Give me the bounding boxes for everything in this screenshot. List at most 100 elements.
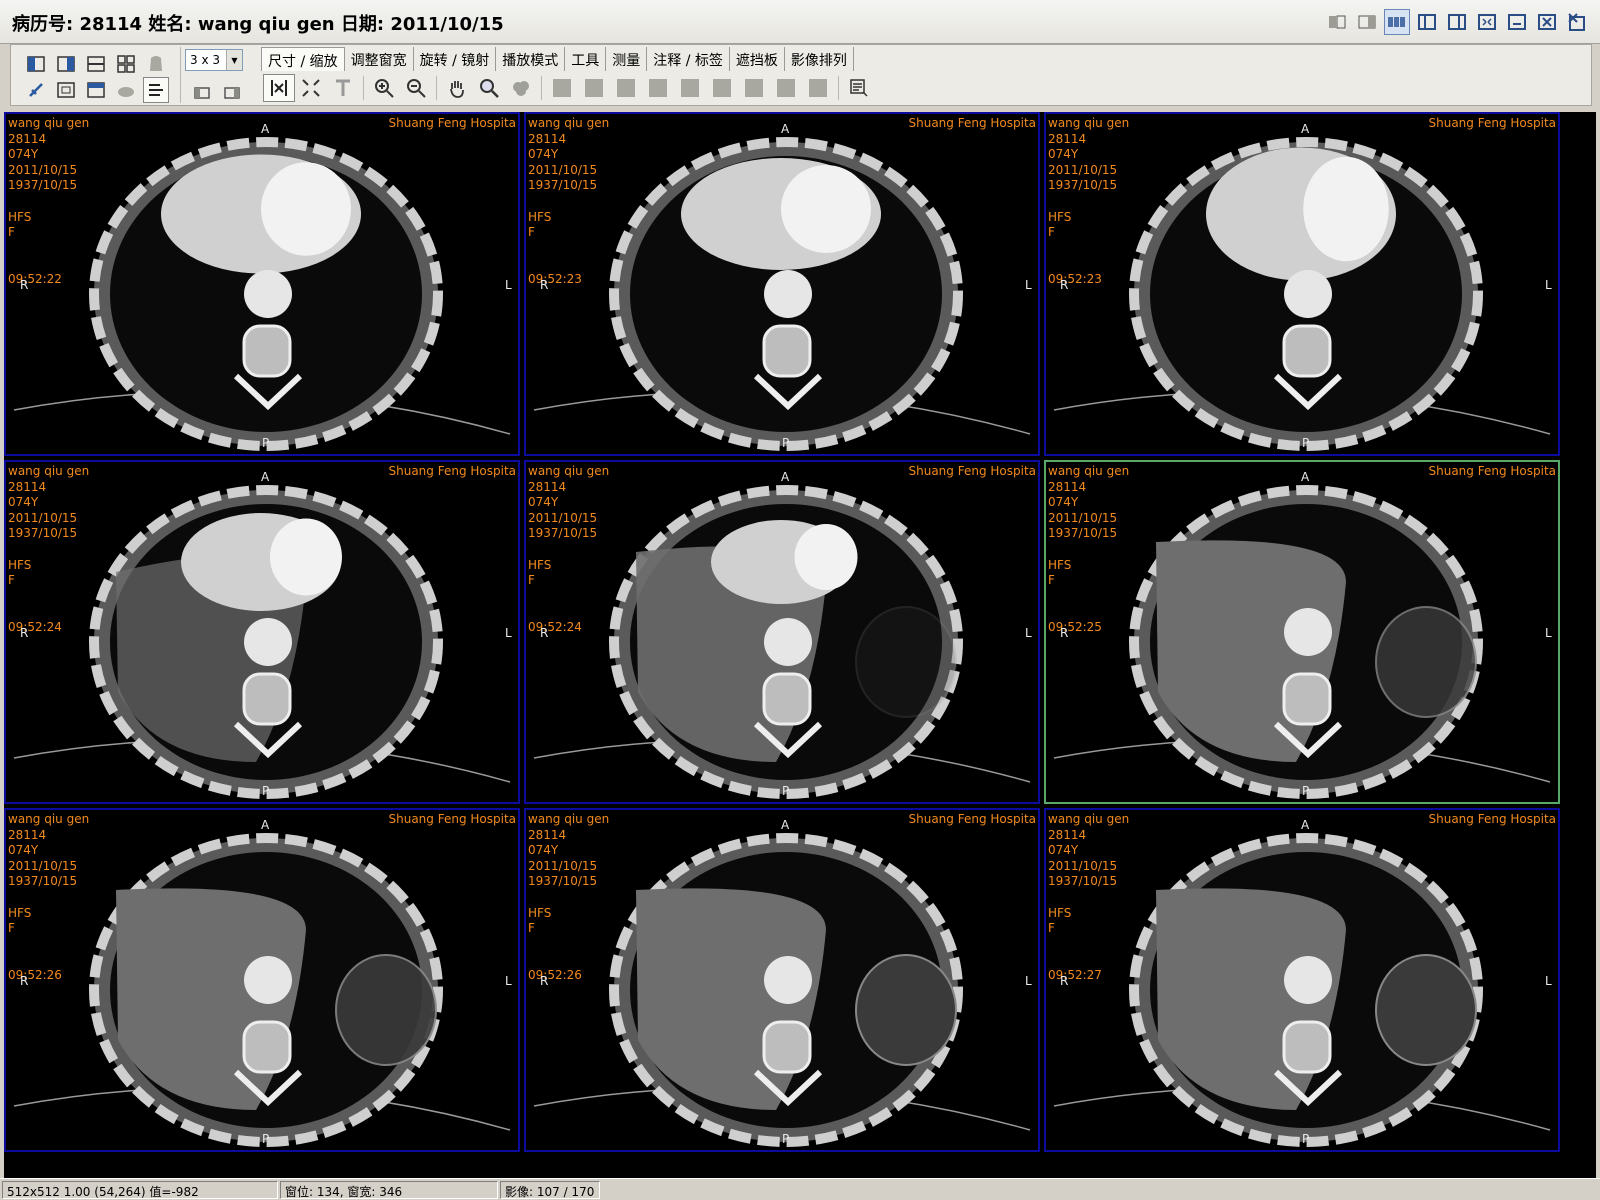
- birth-date: 1937/10/15: [8, 526, 78, 541]
- orientation-posterior: P: [782, 784, 790, 798]
- patient-position: HFS: [8, 209, 32, 224]
- patient-name: wang qiu gen: [1048, 464, 1130, 478]
- viewport-cell[interactable]: wang qiu gen 28114 074Y 2011/10/15 1937/10/1…: [1044, 112, 1560, 456]
- tab-1[interactable]: 调整窗宽: [345, 47, 414, 71]
- tab-5[interactable]: 测量: [606, 47, 648, 71]
- list-arrange-icon[interactable]: [143, 77, 169, 103]
- viewport-cell[interactable]: wang qiu gen 28114 074Y 2011/10/15 1937/10/1…: [4, 112, 520, 456]
- placeholder-6-icon[interactable]: [706, 74, 738, 102]
- patient-sex: F: [8, 921, 15, 936]
- birth-date: 1937/10/15: [8, 874, 78, 889]
- print-settings-icon[interactable]: [843, 74, 875, 102]
- layout-1-icon[interactable]: [1324, 9, 1350, 35]
- prev-series-icon[interactable]: [189, 79, 215, 105]
- orientation-left: L: [505, 278, 512, 292]
- acquisition-time: 09:52:23: [528, 272, 582, 286]
- patient-sex: F: [528, 921, 535, 936]
- zoom-in-icon[interactable]: [368, 74, 400, 102]
- orientation-right: R: [1060, 626, 1069, 640]
- patient-age: 074Y: [8, 843, 39, 858]
- tab-3[interactable]: 播放模式: [496, 47, 566, 71]
- split-right-icon[interactable]: [53, 51, 79, 77]
- tab-0[interactable]: 尺寸 / 缩放: [261, 47, 345, 71]
- acquisition-time: 09:52:24: [528, 620, 582, 634]
- minimize-icon[interactable]: [1504, 9, 1530, 35]
- birth-date: 1937/10/15: [528, 874, 598, 889]
- tab-2[interactable]: 旋转 / 镜射: [414, 47, 497, 71]
- fit-image-icon[interactable]: [263, 74, 295, 102]
- placeholder-2-icon[interactable]: [578, 74, 610, 102]
- placeholder-5-icon[interactable]: [674, 74, 706, 102]
- window-level-info: 窗位: 134, 窗宽: 346: [280, 1181, 498, 1199]
- close-icon[interactable]: [1534, 9, 1560, 35]
- patient-name: wang qiu gen: [8, 116, 90, 130]
- viewport-cell[interactable]: wang qiu gen 28114 074Y 2011/10/15 1937/10/1…: [4, 460, 520, 804]
- main-toolbar: 3 x 3 ▼ 尺寸 / 缩放 调整窗宽 旋转 / 镜射 播放模式 工具 测量 注释 / 标…: [10, 44, 1592, 106]
- patient-position: HFS: [1048, 905, 1072, 920]
- viewport-cell[interactable]: wang qiu gen 28114 074Y 2011/10/15 1937/10/1…: [1044, 460, 1560, 804]
- patient-overlay: wang qiu gen 28114 074Y 2011/10/15 1937/10/1…: [1048, 464, 1129, 589]
- image-viewer[interactable]: wang qiu gen 28114 074Y 2011/10/15 1937/10/1…: [4, 112, 1596, 1178]
- placeholder-4-icon[interactable]: [642, 74, 674, 102]
- pan-hand-icon[interactable]: [441, 74, 473, 102]
- acquisition-time: 09:52:25: [1048, 620, 1102, 634]
- tab-4[interactable]: 工具: [565, 47, 607, 71]
- image-index: 影像: 107 / 170: [500, 1181, 600, 1199]
- next-series-icon[interactable]: [219, 79, 245, 105]
- zoom-out-icon[interactable]: [400, 74, 432, 102]
- hospital-name: Shuang Feng Hospita: [388, 812, 516, 826]
- viewport-cell[interactable]: wang qiu gen 28114 074Y 2011/10/15 1937/10/1…: [524, 112, 1040, 456]
- status-bar: 512x512 1.00 (54,264) 值=-982 窗位: 134, 窗宽…: [0, 1178, 1600, 1200]
- expand-icon[interactable]: [295, 74, 327, 102]
- stamp-icon[interactable]: [143, 51, 169, 77]
- orientation-anterior: A: [1301, 122, 1310, 136]
- patient-position: HFS: [1048, 209, 1072, 224]
- patient-overlay: wang qiu gen 28114 074Y 2011/10/15 1937/10/1…: [8, 464, 89, 589]
- text-icon[interactable]: [327, 74, 359, 102]
- cloud-icon[interactable]: [505, 74, 537, 102]
- patient-id: 28114: [1048, 479, 1087, 494]
- cloud-icon[interactable]: [113, 77, 139, 103]
- viewport-cell[interactable]: wang qiu gen 28114 074Y 2011/10/15 1937/10/1…: [4, 808, 520, 1152]
- patient-age: 074Y: [528, 495, 559, 510]
- tab-7[interactable]: 遮挡板: [730, 47, 785, 71]
- layout-4-icon[interactable]: [1414, 9, 1440, 35]
- orientation-right: R: [540, 974, 549, 988]
- patient-age: 074Y: [528, 843, 559, 858]
- patient-id: 28114: [8, 131, 47, 146]
- hospital-name: Shuang Feng Hospita: [388, 464, 516, 478]
- tab-6[interactable]: 注释 / 标签: [647, 47, 730, 71]
- placeholder-1-icon[interactable]: [546, 74, 578, 102]
- layout-3-icon[interactable]: [1384, 9, 1410, 35]
- placeholder-3-icon[interactable]: [610, 74, 642, 102]
- scissors-icon[interactable]: [23, 77, 49, 103]
- fit-window-icon[interactable]: [53, 77, 79, 103]
- orientation-left: L: [505, 974, 512, 988]
- fullscreen-icon[interactable]: [1474, 9, 1500, 35]
- placeholder-7-icon[interactable]: [738, 74, 770, 102]
- study-date: 2011/10/15: [8, 162, 78, 177]
- placeholder-8-icon[interactable]: [770, 74, 802, 102]
- title-bar: 病历号: 28114 姓名: wang qiu gen 日期: 2011/10/…: [0, 0, 1600, 44]
- layout-select[interactable]: 3 x 3 ▼: [185, 49, 243, 71]
- viewport-cell[interactable]: wang qiu gen 28114 074Y 2011/10/15 1937/10/1…: [1044, 808, 1560, 1152]
- orientation-left: L: [1025, 974, 1032, 988]
- split-left-icon[interactable]: [23, 51, 49, 77]
- layout-5-icon[interactable]: [1444, 9, 1470, 35]
- patient-id: 28114: [528, 827, 567, 842]
- placeholder-9-icon[interactable]: [802, 74, 834, 102]
- hospital-name: Shuang Feng Hospita: [1428, 464, 1556, 478]
- grid-layout-icon[interactable]: [113, 51, 139, 77]
- layout-2-icon[interactable]: [1354, 9, 1380, 35]
- stack-icon[interactable]: [83, 77, 109, 103]
- patient-name: wang qiu gen: [1048, 116, 1130, 130]
- magnifier-icon[interactable]: [473, 74, 505, 102]
- patient-age: 074Y: [1048, 843, 1079, 858]
- viewport-cell[interactable]: wang qiu gen 28114 074Y 2011/10/15 1937/10/1…: [524, 808, 1040, 1152]
- viewport-cell[interactable]: wang qiu gen 28114 074Y 2011/10/15 1937/10/1…: [524, 460, 1040, 804]
- tab-8[interactable]: 影像排列: [785, 47, 854, 71]
- exit-icon[interactable]: [1564, 9, 1590, 35]
- split-horizontal-icon[interactable]: [83, 51, 109, 77]
- patient-sex: F: [528, 573, 535, 588]
- chevron-down-icon[interactable]: ▼: [226, 50, 242, 70]
